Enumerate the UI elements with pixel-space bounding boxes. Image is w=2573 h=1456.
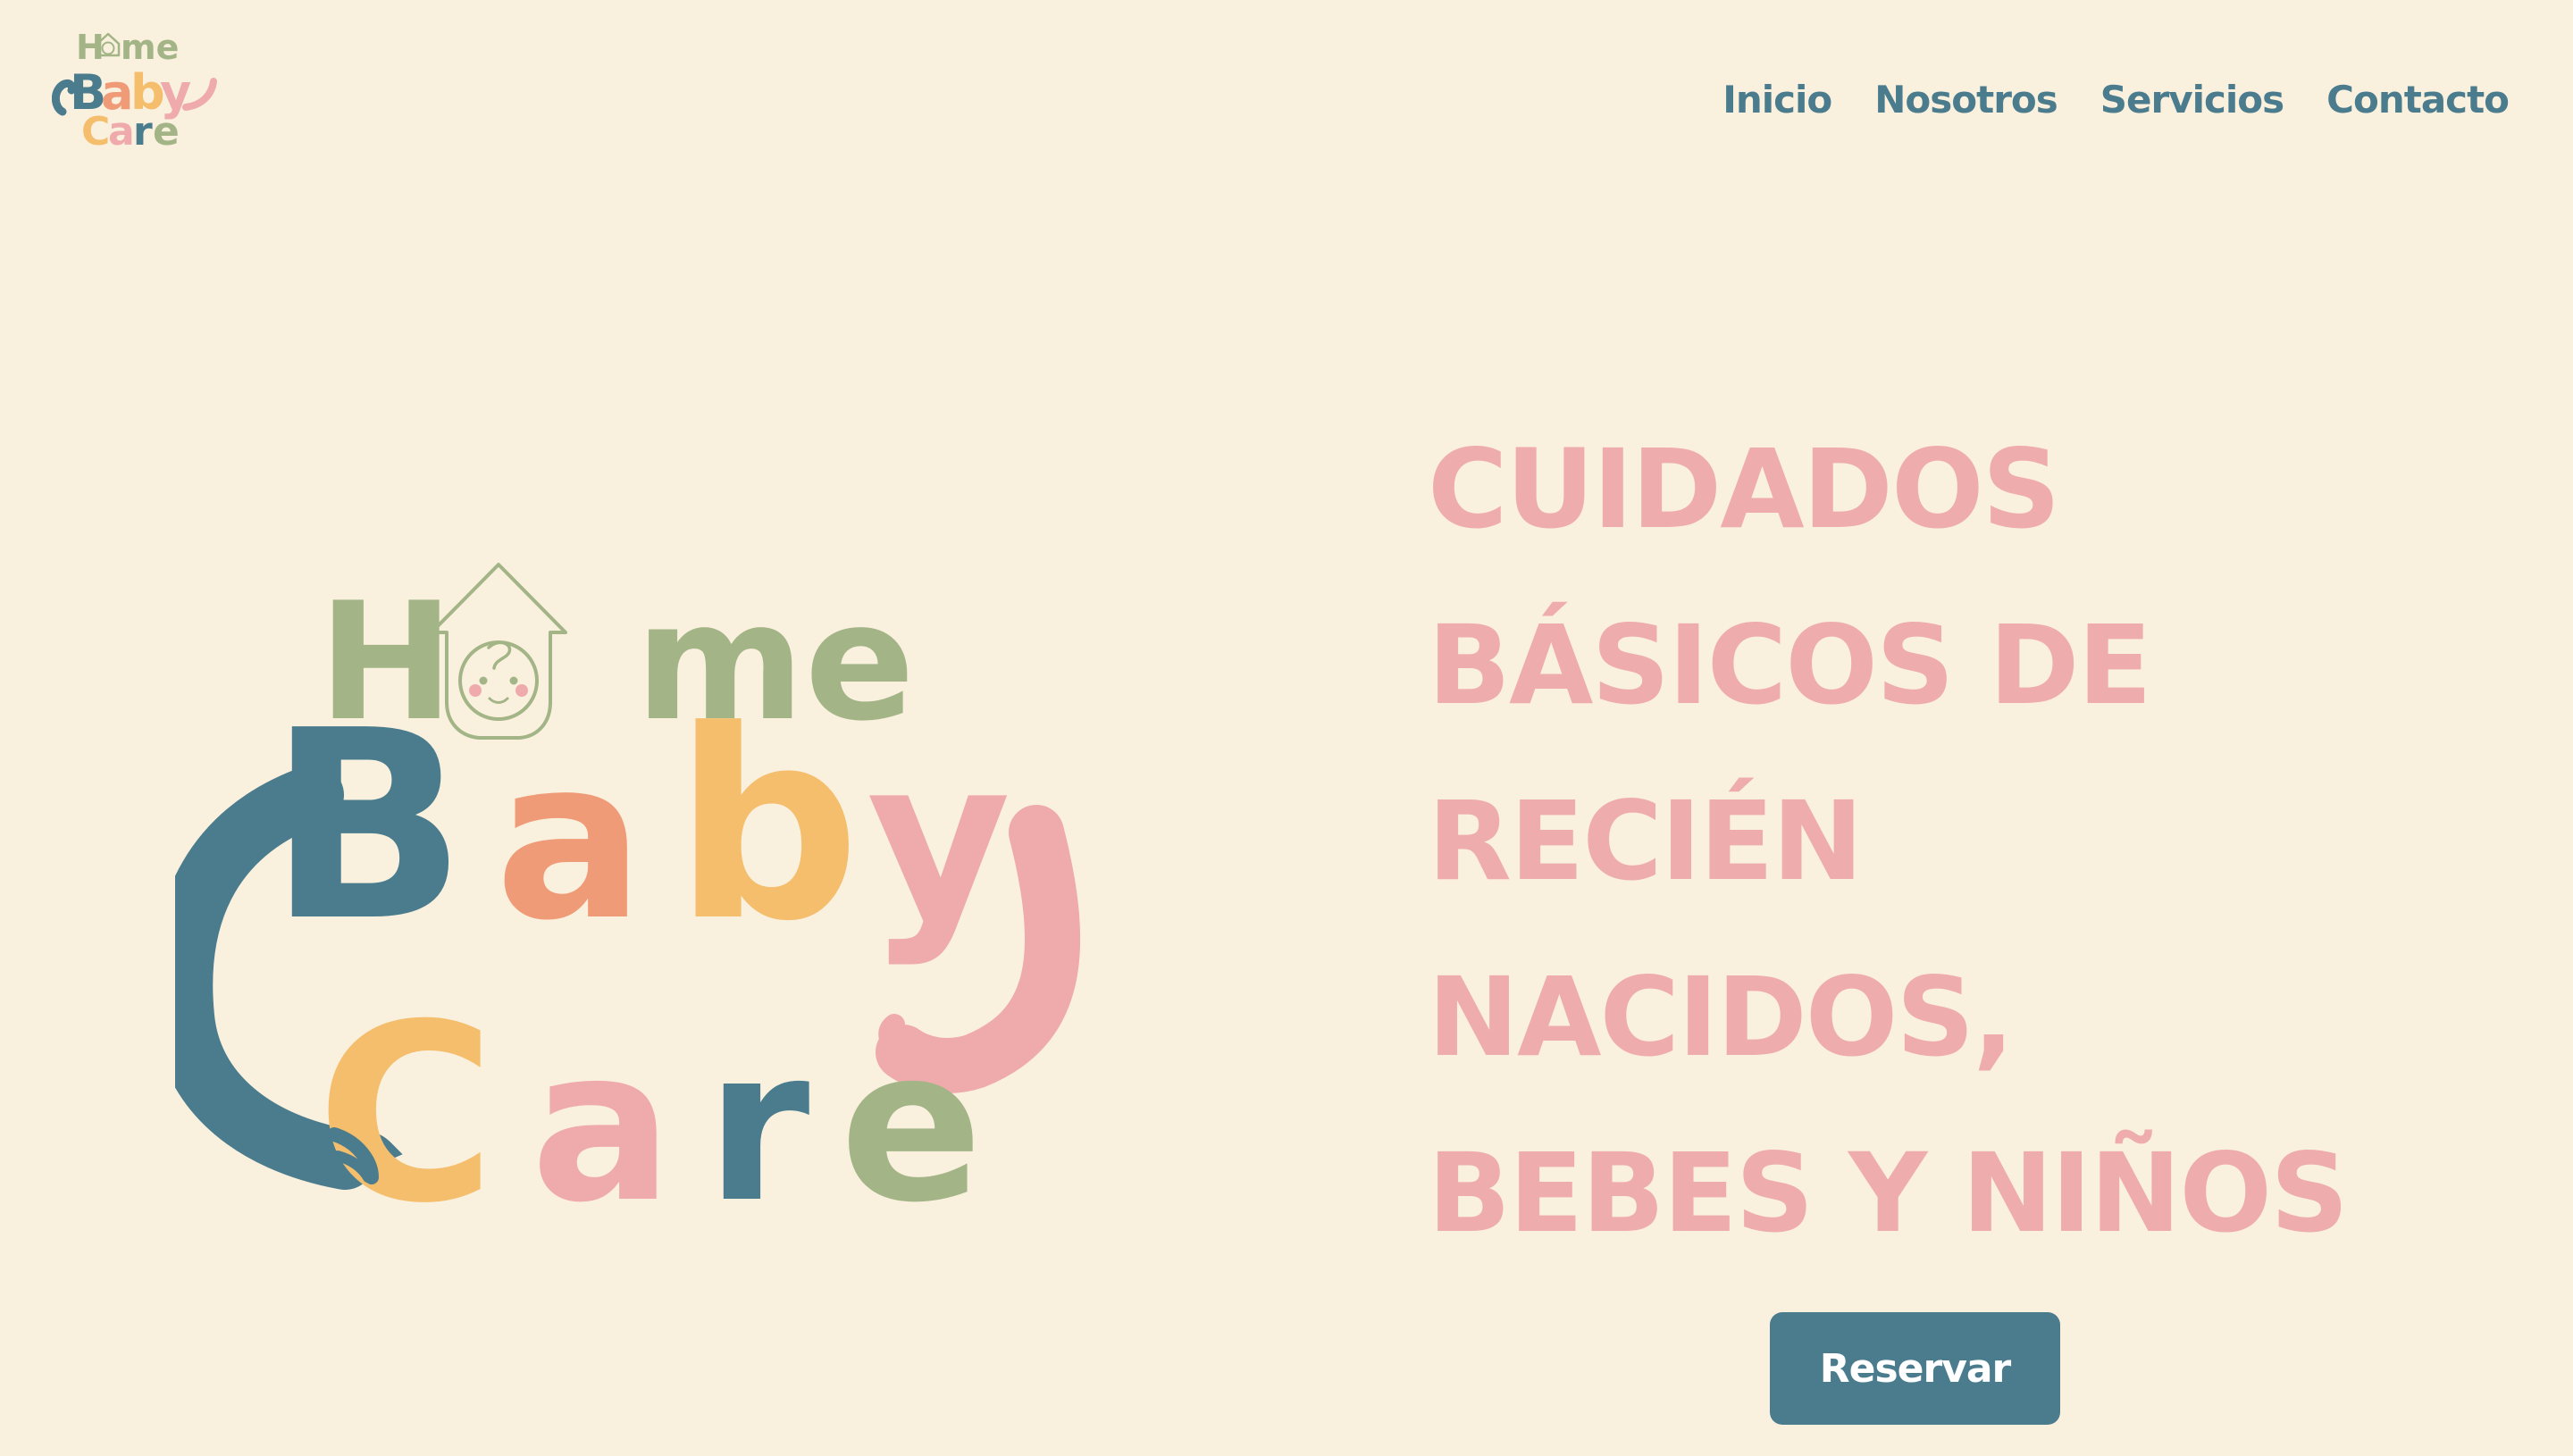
headline-line-3: RECIÉN: [1428, 778, 1864, 905]
logo-letter-r: r: [706, 1003, 809, 1249]
site-logo[interactable]: H me B a b y C a r e: [52, 30, 222, 163]
logo-letter-a2: a: [531, 1003, 673, 1249]
svg-text:C: C: [81, 109, 110, 155]
nav-link-servicios[interactable]: Servicios: [2100, 73, 2284, 127]
svg-text:a: a: [108, 109, 135, 155]
headline-line-1: CUIDADOS: [1428, 426, 2061, 553]
site-logo-mark: H me B a b y C a r e: [52, 30, 217, 155]
reserve-button[interactable]: Reservar: [1770, 1312, 2060, 1425]
hero-headline: CUIDADOS BÁSICOS DE RECIÉN NACIDOS, BEBE…: [1428, 402, 2482, 1282]
svg-text:H: H: [76, 30, 105, 67]
headline-line-2: BÁSICOS DE: [1428, 602, 2152, 729]
svg-text:me: me: [121, 30, 179, 67]
svg-text:e: e: [153, 109, 180, 155]
main-nav: Inicio Nosotros Servicios Contacto: [1722, 73, 2510, 127]
nav-link-contacto[interactable]: Contacto: [2326, 73, 2510, 127]
nav-link-nosotros[interactable]: Nosotros: [1874, 73, 2058, 127]
nav-link-inicio[interactable]: Inicio: [1722, 73, 1832, 127]
logo-letter-y: y: [867, 712, 1011, 969]
headline-line-5: BEBES Y NIÑOS: [1428, 1130, 2349, 1257]
logo-letter-e: e: [840, 1003, 983, 1249]
logo-letter-c: C: [316, 972, 496, 1251]
logo-letter-b2: b: [674, 674, 860, 978]
hero-logo: H me B a b y C a r e: [175, 527, 1119, 1251]
logo-letter-b: B: [268, 674, 467, 978]
hero-logo-artwork: H me B a b y C a r e: [175, 563, 1081, 1251]
headline-line-4: NACIDOS,: [1428, 954, 2015, 1081]
logo-letter-a: a: [495, 712, 644, 969]
svg-text:r: r: [133, 109, 153, 155]
